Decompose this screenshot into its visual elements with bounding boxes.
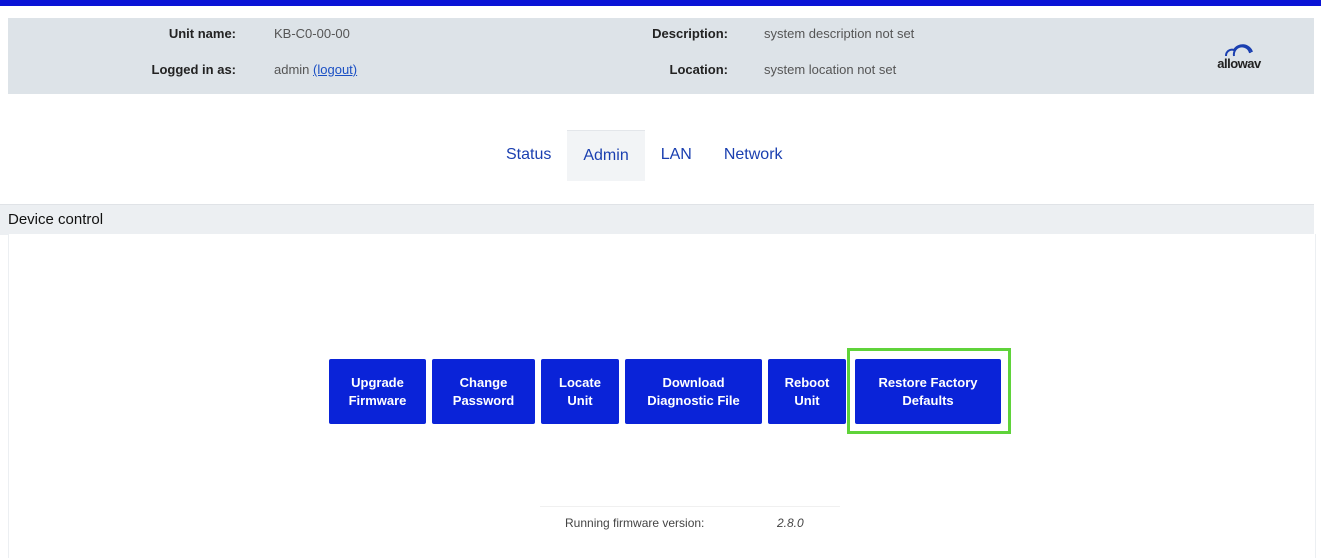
- tab-status[interactable]: Status: [490, 130, 567, 180]
- device-control-header: Device control: [0, 204, 1314, 235]
- location-label: Location:: [669, 62, 729, 77]
- brand-logo: allowav: [1204, 32, 1274, 76]
- locate-unit-button[interactable]: Locate Unit: [541, 359, 619, 424]
- logged-in-label: Logged in as:: [151, 62, 237, 77]
- download-diagnostic-line1: Download: [662, 374, 725, 390]
- download-diagnostic-button[interactable]: Download Diagnostic File: [625, 359, 762, 424]
- unit-name-label: Unit name:: [168, 26, 236, 41]
- main-tabs: Status Admin LAN Network: [490, 130, 799, 181]
- top-accent-bar: [0, 0, 1321, 6]
- upgrade-firmware-line1: Upgrade: [351, 374, 404, 390]
- locate-unit-line1: Locate: [559, 374, 601, 390]
- upgrade-firmware-line2: Firmware: [348, 392, 407, 408]
- location-value: system location not set: [764, 62, 897, 77]
- firmware-version-label: Running firmware version:: [565, 516, 705, 530]
- change-password-line2: Password: [452, 392, 515, 408]
- restore-button-highlight: [847, 348, 1011, 434]
- description-label: Description:: [652, 26, 728, 41]
- logout-link[interactable]: (logout): [313, 62, 357, 77]
- tab-lan[interactable]: LAN: [645, 130, 708, 180]
- locate-unit-line2: Unit: [567, 392, 593, 408]
- unit-info-header: Unit name: KB-C0-00-00 Logged in as: adm…: [8, 18, 1314, 94]
- description-value: system description not set: [764, 26, 915, 41]
- section-title: Device control: [8, 211, 104, 228]
- change-password-line1: Change: [459, 374, 508, 390]
- tab-admin[interactable]: Admin: [567, 130, 645, 181]
- upgrade-firmware-button[interactable]: Upgrade Firmware: [329, 359, 426, 424]
- tab-network[interactable]: Network: [708, 130, 799, 180]
- logged-in-value: admin (logout): [274, 62, 357, 77]
- unit-name-value: KB-C0-00-00: [274, 26, 350, 41]
- firmware-version-value: 2.8.0: [777, 516, 804, 530]
- download-diagnostic-line2: Diagnostic File: [647, 392, 740, 408]
- reboot-unit-button[interactable]: Reboot Unit: [768, 359, 846, 424]
- change-password-button[interactable]: Change Password: [432, 359, 535, 424]
- logged-in-user: admin: [274, 62, 310, 77]
- logo-text: allowav: [1217, 56, 1261, 71]
- reboot-unit-line1: Reboot: [784, 374, 830, 390]
- reboot-unit-line2: Unit: [794, 392, 820, 408]
